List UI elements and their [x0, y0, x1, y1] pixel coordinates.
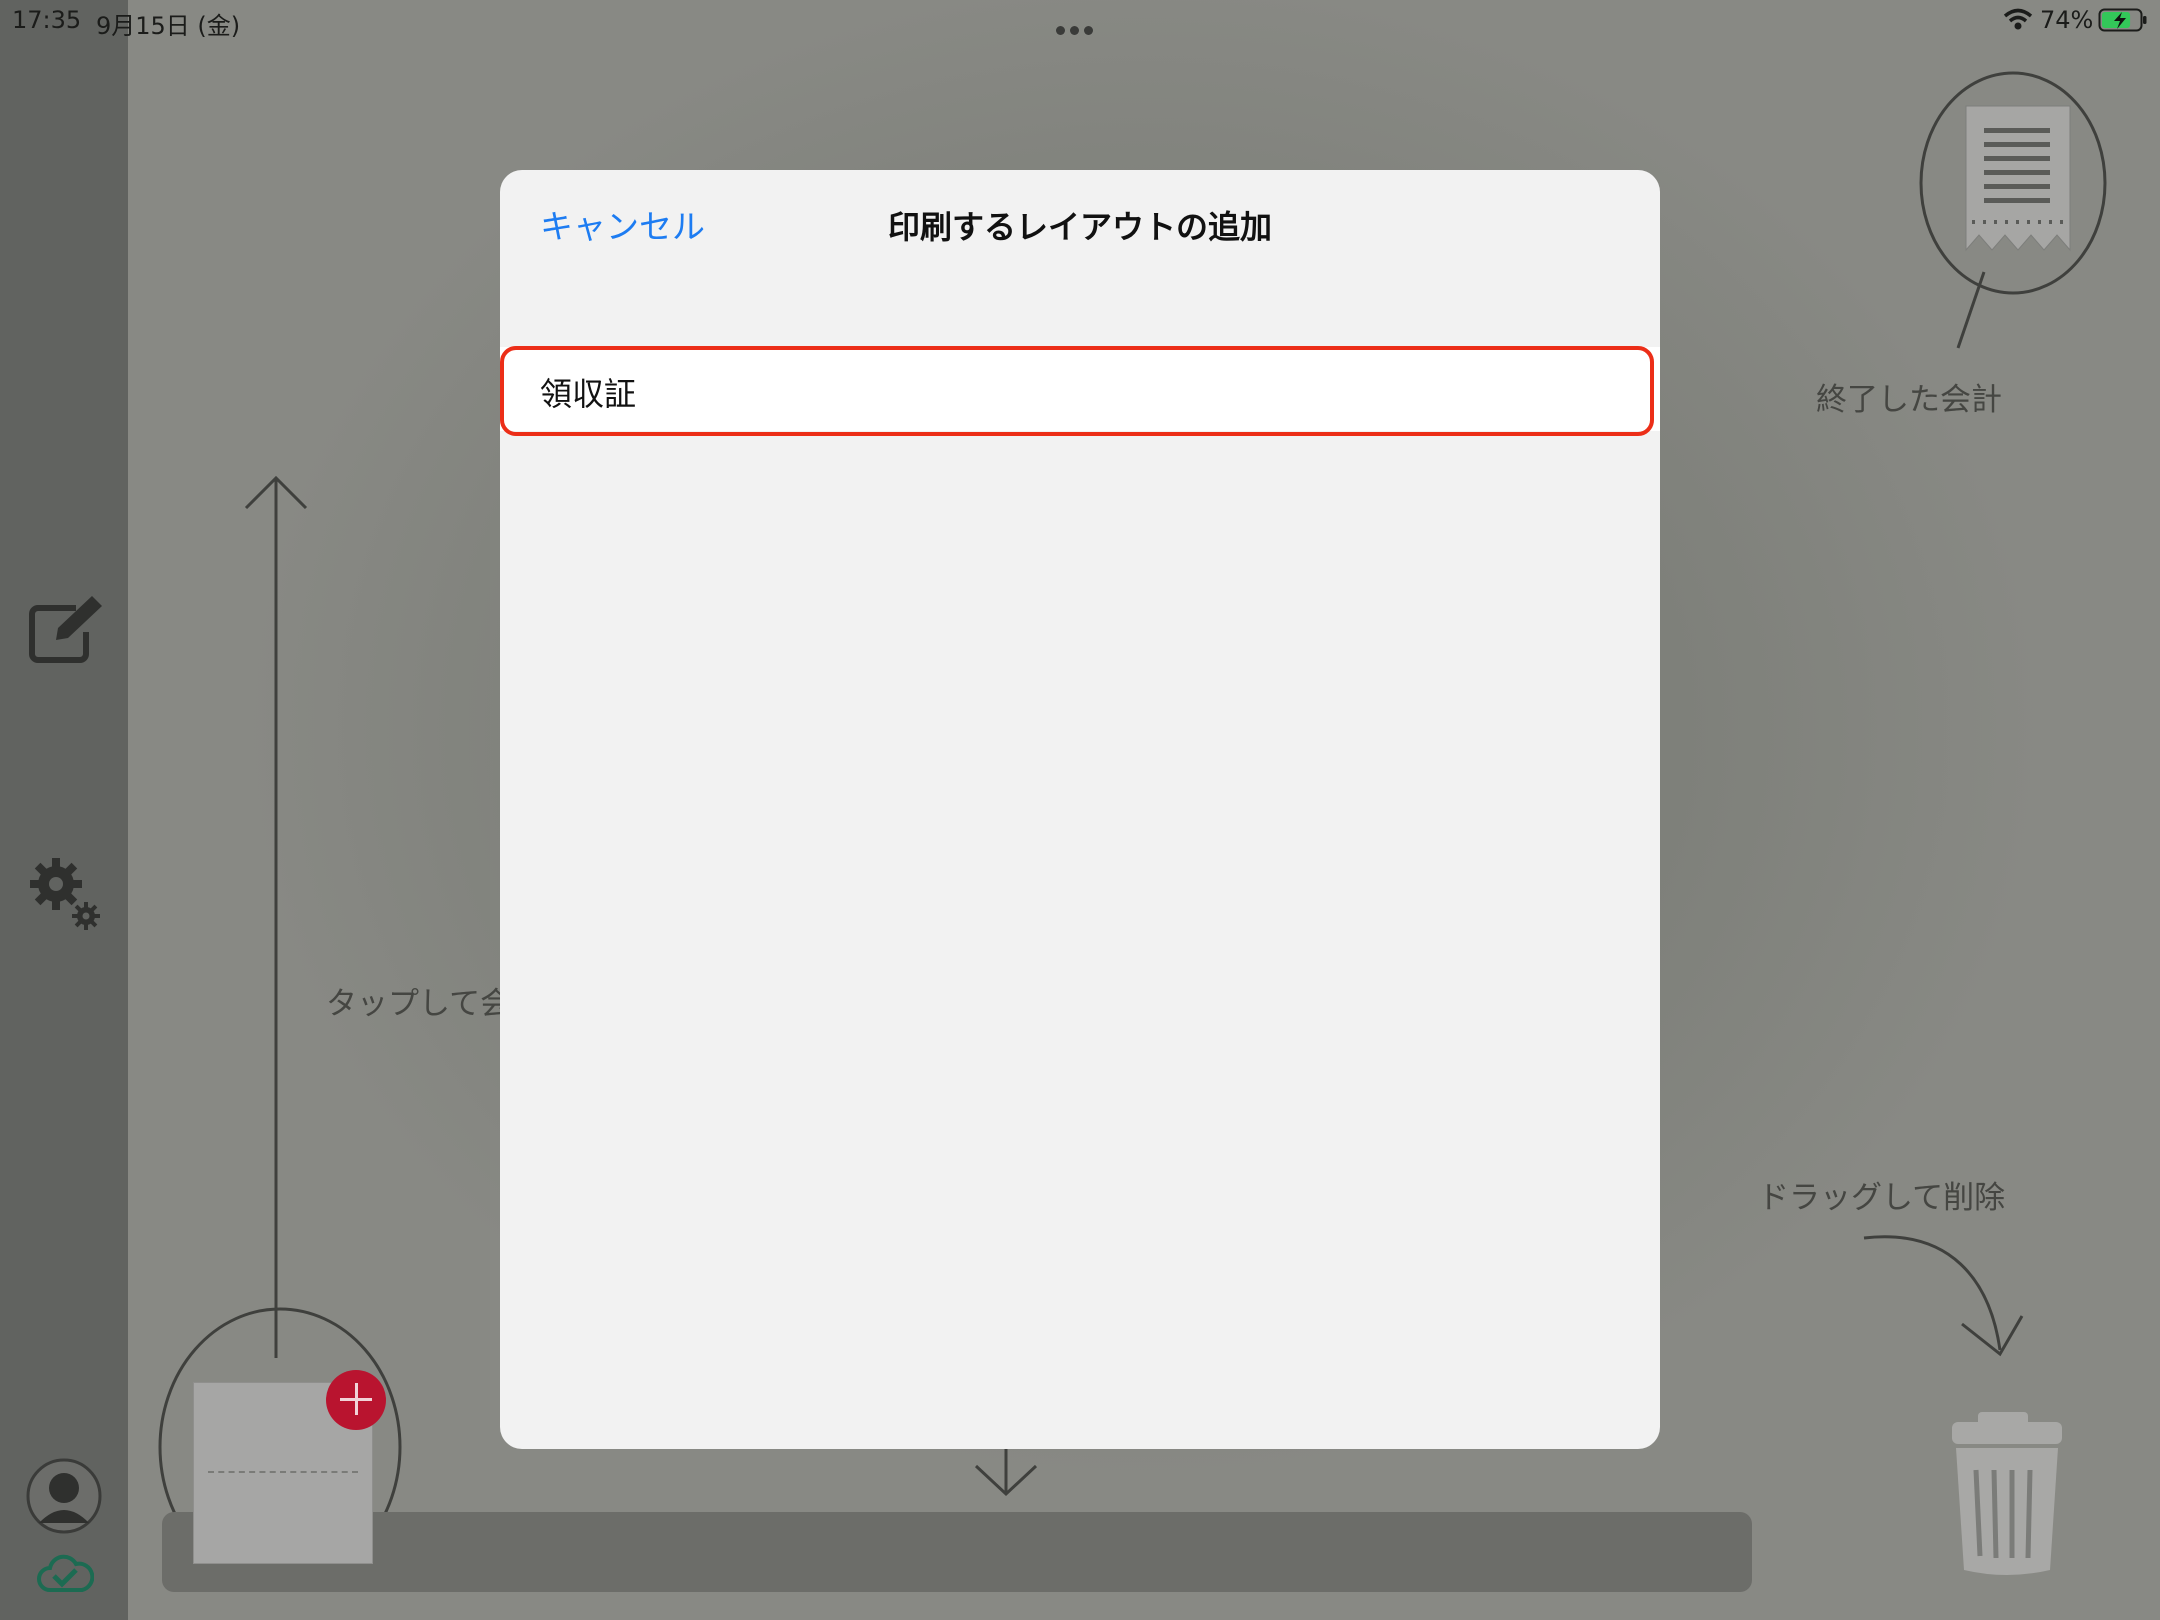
ticket-tray	[162, 1512, 1752, 1592]
status-bar: 17:35 9月15日 (金) 74%	[0, 0, 2160, 40]
cloud-sync-check-icon	[37, 1554, 94, 1592]
drag-to-delete-label: ドラッグして削除	[1758, 1180, 2006, 1216]
battery-percent: 74%	[2040, 6, 2094, 34]
finished-accounts-label: 終了した会計	[1816, 382, 2002, 418]
up-arrow-icon	[244, 475, 308, 1358]
highlight-annotation	[500, 346, 1654, 436]
down-arrow-icon	[974, 1445, 1038, 1497]
tap-to-start-label: タップして会	[326, 986, 512, 1022]
status-date: 9月15日 (金)	[96, 12, 241, 40]
user-avatar-icon[interactable]	[25, 1457, 103, 1535]
battery-charging-icon	[2098, 8, 2147, 32]
receipt-icon	[1919, 71, 2107, 349]
modal-title: 印刷するレイアウトの追加	[887, 208, 1272, 246]
ticket-perforation	[208, 1471, 358, 1473]
trash-icon	[1952, 1412, 2062, 1575]
settings-gears-icon[interactable]	[28, 856, 102, 932]
multitasking-dots-icon[interactable]	[1056, 13, 1102, 35]
edit-icon[interactable]	[28, 592, 108, 664]
add-icon[interactable]	[326, 1370, 386, 1430]
wifi-icon	[2003, 8, 2033, 30]
curved-arrow-icon	[1863, 1235, 2024, 1357]
modal-header: キャンセル 印刷するレイアウトの追加	[500, 170, 1660, 290]
status-time: 17:35	[12, 6, 82, 34]
